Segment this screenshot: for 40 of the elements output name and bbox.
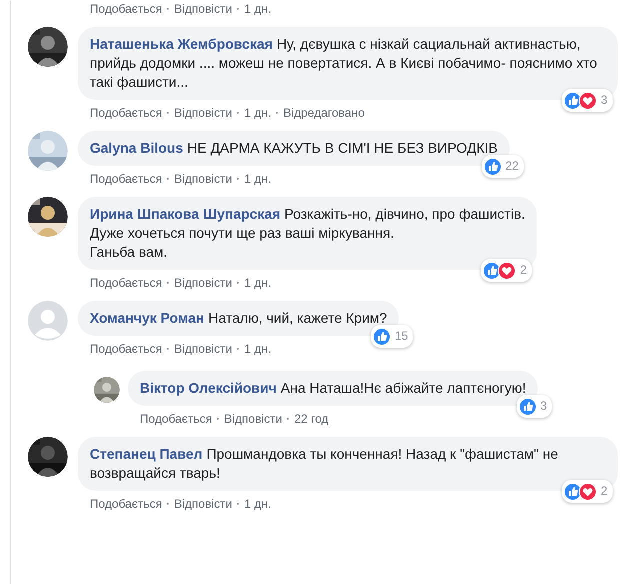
like-link[interactable]: Подобається: [90, 171, 162, 187]
comment-text: Наташенька Жембровская Ну, дєвушка с нізкай сациальнай активнастью, прийдь додомки .... можеш не повертатися. А в Києві побачимо- пояснимо хто такі фашисти...: [90, 35, 598, 92]
reaction-count[interactable]: 2: [562, 480, 613, 503]
reply-link[interactable]: Відповісти: [174, 275, 232, 291]
reaction-count[interactable]: 15: [370, 325, 414, 348]
timestamp[interactable]: 1 дн.: [244, 275, 272, 291]
reply-link[interactable]: Відповісти: [174, 341, 232, 357]
reaction-count[interactable]: 3: [516, 395, 552, 418]
author-name[interactable]: Степанец Павел: [90, 446, 203, 462]
comment-text: Віктор Олексійович Ана Наташа!Нє абіжайте лаптєногую!: [140, 379, 526, 398]
like-link[interactable]: Подобається: [90, 105, 162, 121]
reply-link[interactable]: Відповісти: [174, 1, 232, 17]
like-link[interactable]: Подобається: [90, 1, 162, 17]
author-name[interactable]: Віктор Олексійович: [140, 380, 277, 396]
timestamp[interactable]: 1 дн.: [244, 171, 272, 187]
comment-text: Степанец Павел Прошмандовка ты конченная! Назад к "фашистам" не возвращайся тварь!: [90, 445, 560, 483]
comment-text: Galyna Bilous НЕ ДАРМА КАЖУТЬ В СІМ'І НЕ БЕЗ ВИРОДКІВ: [90, 139, 498, 158]
timestamp[interactable]: 22 год: [294, 411, 329, 427]
reply-link[interactable]: Відповісти: [174, 171, 232, 187]
reaction-count[interactable]: 3: [562, 89, 613, 112]
timestamp[interactable]: 1 дн.: [244, 341, 272, 357]
timestamp[interactable]: 1 дн.: [244, 105, 272, 121]
timestamp[interactable]: 1 дн.: [244, 496, 272, 512]
like-link[interactable]: Подобається: [90, 275, 162, 291]
reaction-count[interactable]: 22: [482, 155, 524, 178]
author-name[interactable]: Galyna Bilous: [90, 140, 184, 156]
reaction-count[interactable]: 2: [481, 259, 532, 282]
like-link[interactable]: Подобається: [140, 411, 212, 427]
like-link[interactable]: Подобається: [90, 341, 162, 357]
timestamp[interactable]: 1 дн.: [244, 1, 272, 17]
comment-text: Ирина Шпакова Шупарская Розкажіть-но, дівчино, про фашистів. Дуже хочеться почути ще раз ваші міркування. Ганьба вам.: [90, 205, 526, 262]
edited-label: Відредаговано: [283, 105, 365, 121]
like-link[interactable]: Подобається: [90, 496, 162, 512]
reply-link[interactable]: Відповісти: [174, 496, 232, 512]
comment-text: Хоманчук Роман Наталю, чий, кажете Крим?: [90, 309, 388, 328]
reply-link[interactable]: Відповісти: [174, 105, 232, 121]
author-name[interactable]: Наташенька Жембровская: [90, 36, 273, 52]
author-name[interactable]: Хоманчук Роман: [90, 310, 205, 326]
author-name[interactable]: Ирина Шпакова Шупарская: [90, 206, 281, 222]
reply-link[interactable]: Відповісти: [224, 411, 282, 427]
